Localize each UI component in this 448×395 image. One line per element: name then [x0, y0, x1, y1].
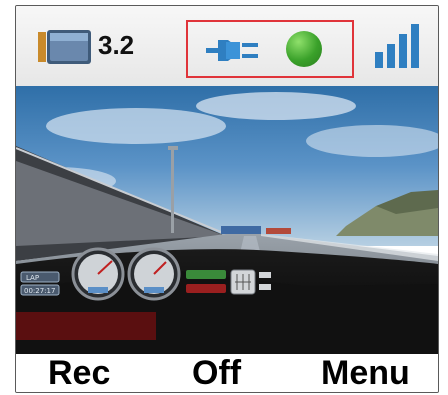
lap-time: 00:27:17 — [24, 287, 55, 295]
signal-strength-icon — [375, 24, 419, 68]
speedometer-gauge — [127, 247, 181, 301]
rec-softkey[interactable]: Rec — [48, 354, 110, 392]
softkey-bar: Rec Off Menu — [16, 354, 438, 392]
connection-status-dot — [286, 31, 322, 67]
menu-softkey[interactable]: Menu — [321, 354, 410, 392]
version-label: 3.2 — [98, 30, 135, 60]
game-view[interactable]: LAP 00:27:17 — [16, 86, 438, 354]
battery-icon — [38, 30, 91, 64]
hud-indicator-red — [186, 284, 226, 293]
damage-bar — [16, 312, 156, 340]
gear-shift-icon — [230, 269, 256, 295]
plug-icon[interactable] — [204, 30, 264, 70]
off-softkey[interactable]: Off — [192, 354, 241, 392]
hud-indicator-green — [186, 270, 226, 279]
racing-scene: LAP 00:27:17 — [16, 86, 438, 354]
device-screen: 3.2 LAP 00:27:17 Rec Off Menu — [15, 5, 439, 393]
tachometer-gauge — [71, 247, 125, 301]
lap-label: LAP — [26, 274, 39, 282]
status-bar: 3.2 — [16, 6, 438, 87]
